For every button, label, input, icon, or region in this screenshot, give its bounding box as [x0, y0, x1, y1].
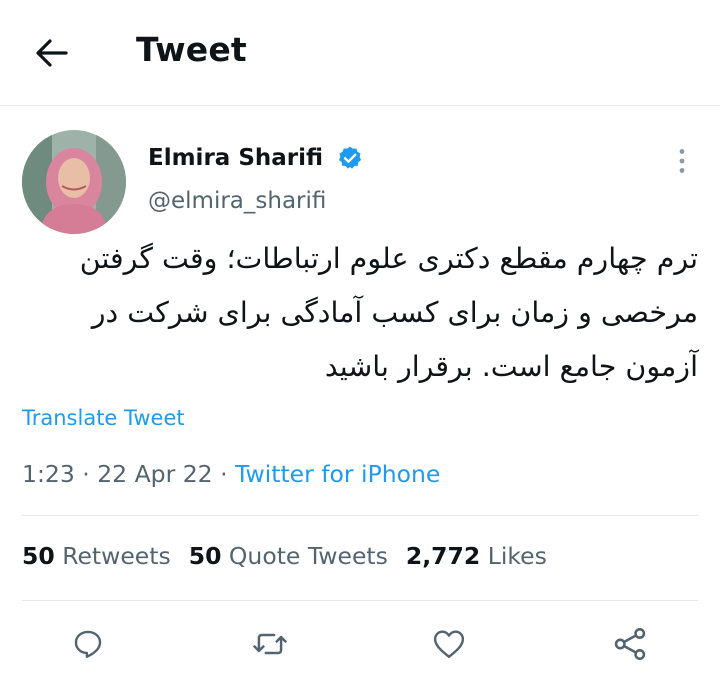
likes-label: Likes [487, 542, 547, 570]
page-title: Tweet [136, 30, 247, 69]
heart-icon [433, 630, 465, 658]
quote-tweets-count: 50 [188, 542, 222, 570]
author-handle[interactable]: @elmira_sharifi [148, 188, 326, 214]
more-options-button[interactable] [664, 143, 700, 179]
back-button[interactable] [30, 31, 74, 75]
meta-separator: · [74, 460, 98, 488]
share-button[interactable] [608, 622, 652, 666]
tweet-time: 1:23 [22, 460, 75, 488]
quote-tweets-label: Quote Tweets [228, 542, 388, 570]
retweet-button[interactable] [248, 622, 292, 666]
reply-button[interactable] [66, 622, 110, 666]
retweets-stat[interactable]: 50 Retweets [22, 542, 171, 570]
retweets-label: Retweets [62, 542, 171, 570]
tweet-metadata: 1:23 · 22 Apr 22 · Twitter for iPhone [22, 460, 440, 488]
like-button[interactable] [427, 622, 471, 666]
author-name[interactable]: Elmira Sharifi [148, 145, 323, 171]
retweet-icon [253, 633, 287, 655]
translate-tweet-link[interactable]: Translate Tweet [22, 406, 185, 430]
retweets-count: 50 [22, 542, 55, 570]
divider [22, 515, 698, 516]
engagement-stats: 50 Retweets 50 Quote Tweets 2,772 Likes [22, 542, 565, 570]
top-bar: Tweet [0, 0, 720, 106]
likes-stat[interactable]: 2,772 Likes [406, 542, 547, 570]
divider [22, 600, 698, 601]
tweet-date: 22 Apr 22 [97, 460, 213, 488]
quote-tweets-stat[interactable]: 50 Quote Tweets [189, 542, 388, 570]
vertical-dots-icon [679, 149, 685, 173]
tweet-text: ترم چهارم مقطع دکتری علوم ارتباطات؛ وقت … [79, 242, 698, 383]
tweet-source-link[interactable]: Twitter for iPhone [235, 460, 440, 488]
likes-count: 2,772 [405, 542, 481, 570]
action-bar [0, 622, 720, 670]
avatar[interactable] [22, 130, 126, 234]
meta-separator: · [212, 460, 236, 488]
share-icon [614, 628, 646, 660]
arrow-left-icon [36, 39, 68, 67]
reply-icon [74, 630, 102, 658]
verified-badge-icon [338, 146, 362, 169]
